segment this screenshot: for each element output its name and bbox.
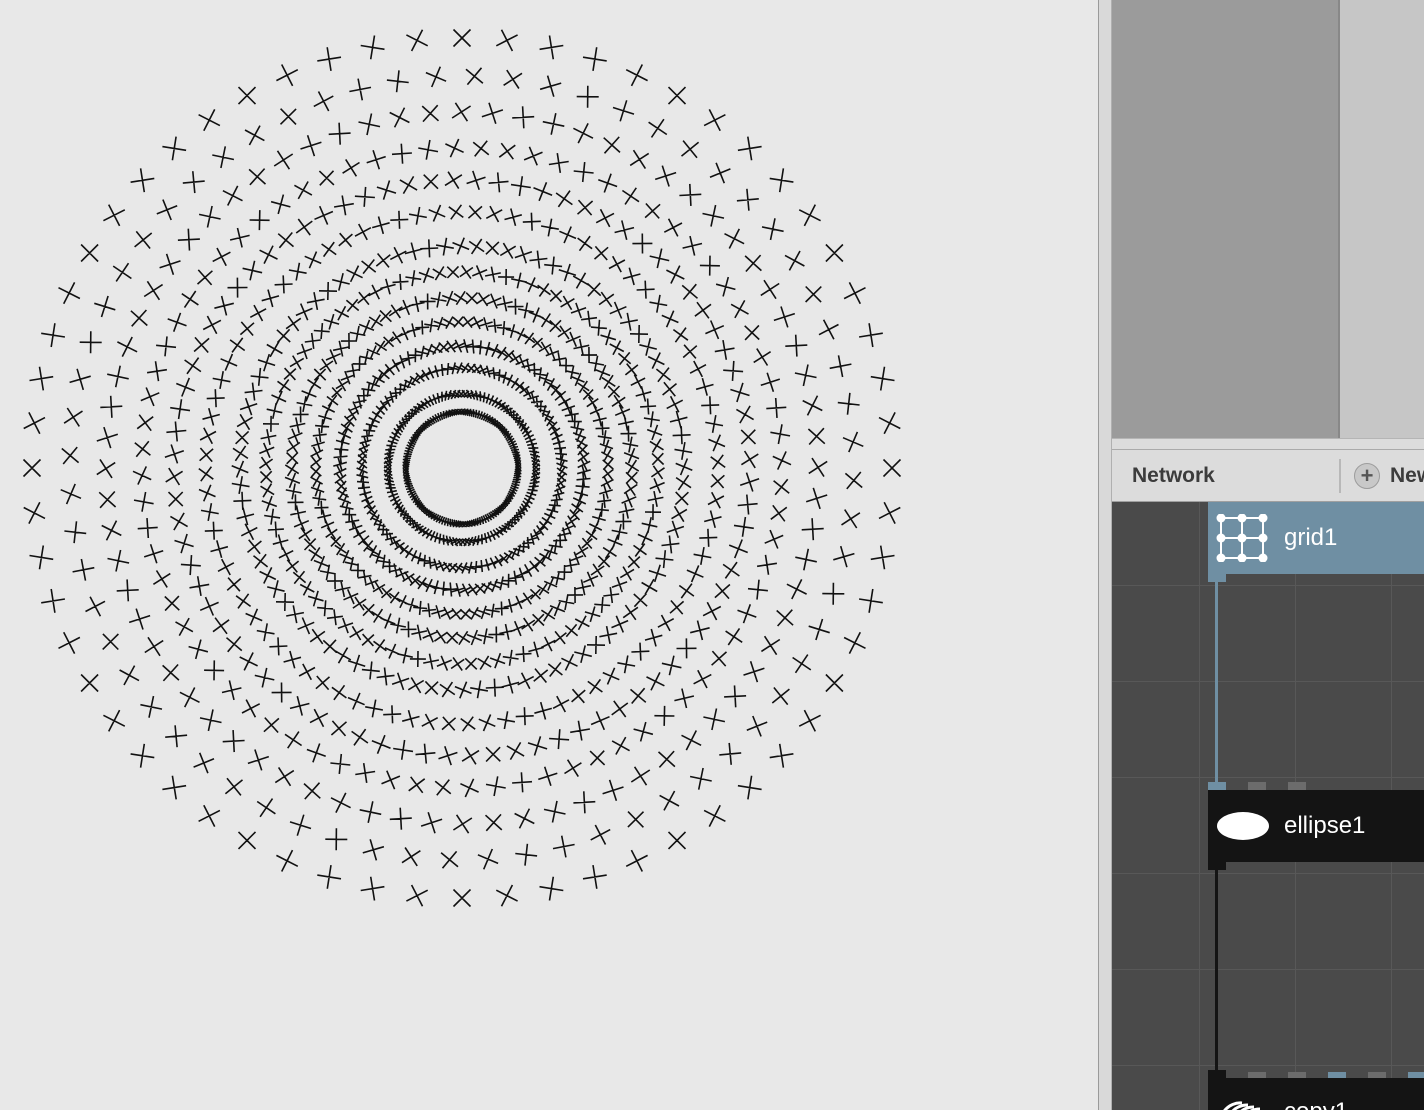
input-port[interactable] <box>1208 782 1226 790</box>
tab-network[interactable]: Network <box>1132 450 1215 502</box>
viewer-canvas[interactable] <box>0 0 1098 1110</box>
parameters-pane-left <box>1112 0 1340 438</box>
network-tab-bar: Network + New <box>1112 450 1424 502</box>
node-label: grid1 <box>1284 524 1338 551</box>
input-port[interactable] <box>1208 1070 1226 1078</box>
vertical-splitter[interactable] <box>1098 0 1112 1110</box>
horizontal-splitter[interactable] <box>1112 438 1424 450</box>
node-copy1[interactable]: copy1 <box>1208 1078 1424 1110</box>
node-label: copy1 <box>1284 1098 1348 1110</box>
node-grid1[interactable]: grid1 <box>1208 502 1424 574</box>
right-panel: Network + New <box>1112 0 1424 1110</box>
parameters-pane <box>1112 0 1424 440</box>
connection-grid1-ellipse1 <box>1215 574 1218 790</box>
generated-pattern <box>22 28 902 908</box>
ellipse-icon <box>1216 799 1270 853</box>
node-label: ellipse1 <box>1284 812 1366 839</box>
copy-icon <box>1216 1086 1270 1110</box>
new-node-label: New <box>1390 464 1424 487</box>
grid-icon <box>1216 511 1270 565</box>
connection-ellipse1-copy1 <box>1215 862 1218 1078</box>
new-node-button[interactable]: + New <box>1354 450 1424 502</box>
network-canvas[interactable]: grid1 ellipse1 <box>1112 502 1424 1110</box>
tab-separator <box>1339 459 1341 493</box>
output-port[interactable] <box>1208 574 1226 582</box>
plus-icon: + <box>1354 463 1380 489</box>
pattern-center <box>424 430 500 506</box>
input-port[interactable] <box>1248 782 1266 790</box>
output-port[interactable] <box>1208 862 1226 870</box>
input-port[interactable] <box>1288 782 1306 790</box>
node-ellipse1[interactable]: ellipse1 <box>1208 790 1424 862</box>
